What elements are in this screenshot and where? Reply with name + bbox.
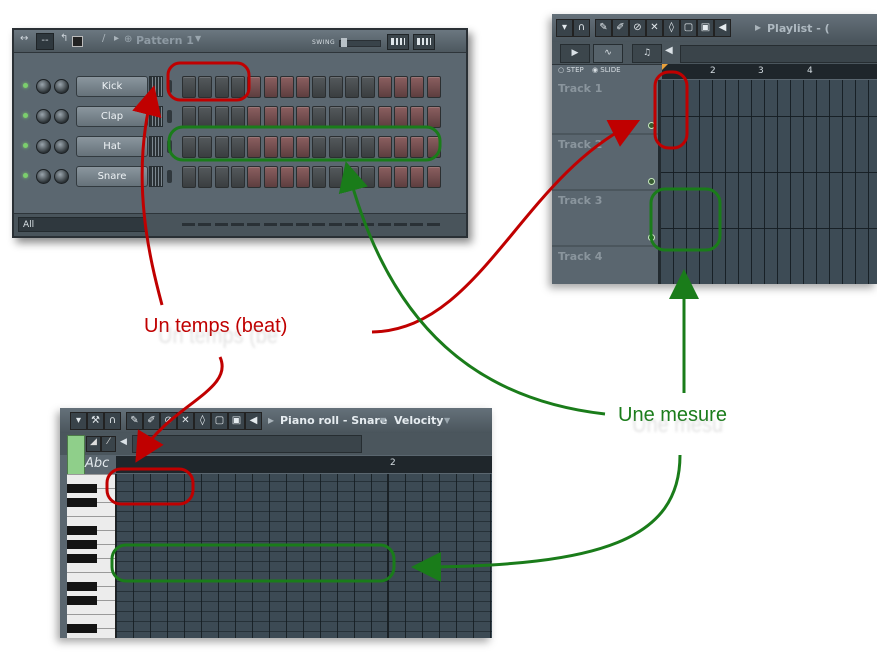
beat-arrow-to-piano-roll (135, 356, 224, 463)
beat-highlight-piano-roll (105, 467, 195, 506)
beat-arrow-to-playlist (371, 119, 641, 334)
annotation-overlay (105, 61, 722, 583)
measure-arrow-to-channel-rack (338, 161, 606, 416)
measure-annotation-reflection: Une mesu (632, 412, 724, 438)
beat-highlight-playlist (653, 70, 689, 150)
measure-highlight-playlist (649, 187, 722, 252)
measure-arrow-to-piano-roll (411, 454, 682, 582)
beat-highlight-channel-rack (166, 61, 251, 102)
beat-arrow-to-channel-rack (132, 85, 164, 306)
beat-annotation-reflection: Un temps (be (158, 323, 279, 349)
measure-highlight-channel-rack (167, 125, 442, 162)
measure-highlight-piano-roll (110, 543, 396, 583)
